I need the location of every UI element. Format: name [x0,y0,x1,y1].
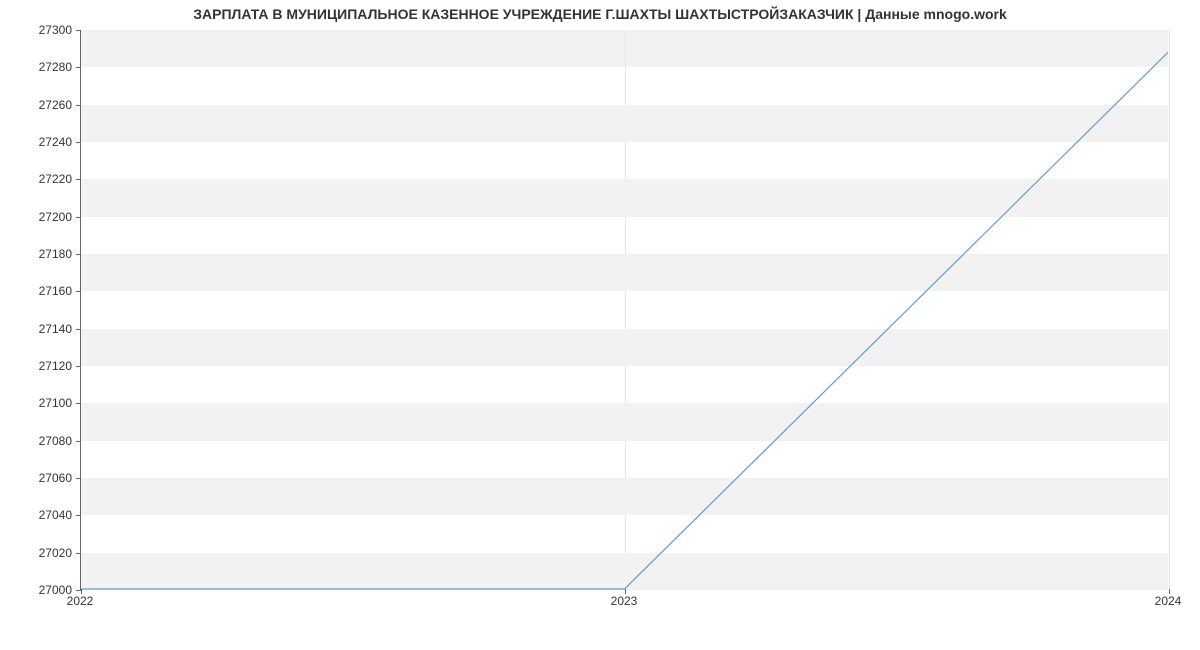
y-tick [76,179,81,180]
y-tick-label: 27200 [39,210,72,224]
x-tick-label: 2022 [67,594,94,608]
y-tick [76,329,81,330]
y-tick [76,403,81,404]
y-tick-label: 27140 [39,322,72,336]
y-tick [76,553,81,554]
y-tick-label: 27160 [39,284,72,298]
y-tick [76,217,81,218]
y-tick-label: 27180 [39,247,72,261]
y-tick-label: 27020 [39,546,72,560]
y-tick [76,291,81,292]
line-series [81,52,1168,589]
y-tick [76,142,81,143]
y-tick-label: 27220 [39,172,72,186]
chart-title: ЗАРПЛАТА В МУНИЦИПАЛЬНОЕ КАЗЕННОЕ УЧРЕЖД… [0,6,1200,22]
y-tick [76,30,81,31]
y-tick [76,254,81,255]
y-tick-label: 27300 [39,23,72,37]
x-tick-label: 2023 [611,594,638,608]
y-tick-label: 27280 [39,60,72,74]
x-gridline [1169,30,1170,589]
y-tick-label: 27260 [39,98,72,112]
y-tick [76,67,81,68]
y-tick [76,441,81,442]
y-tick [76,478,81,479]
x-tick-label: 2024 [1155,594,1182,608]
y-tick-label: 27080 [39,434,72,448]
y-tick [76,366,81,367]
plot-area [80,30,1168,590]
y-tick-label: 27240 [39,135,72,149]
line-series-svg [81,30,1168,589]
chart-container: ЗАРПЛАТА В МУНИЦИПАЛЬНОЕ КАЗЕННОЕ УЧРЕЖД… [0,0,1200,650]
y-tick-label: 27060 [39,471,72,485]
y-tick-label: 27040 [39,508,72,522]
y-tick-label: 27100 [39,396,72,410]
y-tick [76,105,81,106]
y-tick-label: 27120 [39,359,72,373]
y-tick [76,515,81,516]
